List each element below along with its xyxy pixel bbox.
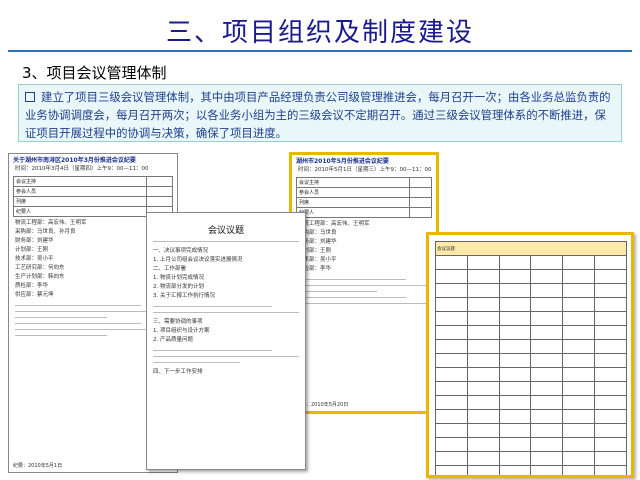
doc-b-line: 一、决议事项完成情况	[153, 248, 209, 254]
doc-c-line: 技术部：吴小平	[298, 257, 337, 263]
doc-c-meta: 时间：2010年5月1日（星期三）上午9：00—11：00	[298, 167, 432, 173]
doc-c-header: 湖州市2010年5月份推进会议纪要	[296, 158, 389, 165]
doc-a-row: 纪要人	[13, 206, 147, 217]
doc-a-table: 会议主持 参会人员 列席 纪要人	[13, 176, 173, 217]
meeting-minutes-doc-c: 湖州市2010年5月份推进会议纪要 时间：2010年5月1日（星期三）上午9：0…	[289, 152, 439, 414]
doc-b-line: 四、下一步工作安排	[153, 369, 203, 375]
meeting-table-doc-d: 会议议题	[426, 232, 634, 478]
doc-d-row	[435, 283, 627, 298]
intro-text: 建立了项目三级会议管理体制，其中由项目产品经理负责公司级管理推进会，每月召开一次…	[25, 90, 611, 140]
doc-d-row	[435, 437, 627, 452]
doc-c-line: 财务部：刘建华	[298, 239, 337, 245]
doc-d-row	[435, 311, 627, 326]
doc-b-line: 2. 物流部分发的计划	[153, 284, 204, 290]
intro-box: 建立了项目三级会议管理体制，其中由项目产品经理负责公司级管理推进会，每月召开一次…	[18, 84, 622, 142]
doc-d-row	[435, 339, 627, 354]
doc-d-header: 会议议题	[435, 241, 627, 256]
doc-b-title: 会议议题	[207, 226, 244, 236]
doc-b-line: 三、需要协调的事项	[153, 319, 203, 325]
title-divider	[8, 50, 632, 52]
doc-a-header: 关于湖州市南浔区2010年3月份推进会议纪要	[13, 157, 136, 164]
doc-d-row	[435, 255, 627, 270]
doc-c-line: 质检部：李华	[298, 266, 332, 272]
doc-a-meta: 时间：2010年3月4日（星期四）上午9：00—11：00	[15, 166, 149, 172]
doc-a-footer: 纪要：2010年5月1日	[13, 463, 63, 469]
doc-d-row	[435, 325, 627, 340]
square-bullet-icon	[25, 92, 35, 102]
doc-b-line: 1. 项目组织与设计方案	[153, 328, 210, 334]
doc-d-table: 会议议题	[435, 241, 627, 475]
slide-title: 三、项目组织及制度建设	[165, 18, 474, 48]
doc-b-line: 2. 产品质量问题	[153, 337, 193, 343]
doc-c-row: 参会人员	[296, 187, 410, 198]
doc-b-line: 3. 关于汇报工作执行情况	[153, 293, 215, 299]
doc-b-line: 二、工作部署	[153, 266, 187, 272]
doc-d-row	[435, 451, 627, 466]
doc-c-row: 列席	[296, 197, 410, 208]
doc-b-line: 1. 上月公司组会议决议落实进展情况	[153, 257, 243, 263]
doc-a-row: 列席	[13, 196, 147, 207]
doc-c-line: 计划部：王刚	[298, 248, 332, 254]
doc-a-row: 会议主持	[13, 176, 147, 187]
section-subtitle: 3、项目会议管理体制	[22, 64, 167, 82]
doc-c-line: 物流工程部：高宏伟、王明军	[298, 221, 370, 227]
doc-b-line: 1. 物资计划完成情况	[153, 275, 204, 281]
doc-d-row	[435, 465, 627, 475]
meeting-agenda-doc-b: 会议议题 一、决议事项完成情况 1. 上月公司组会议决议落实进展情况 二、工作部…	[146, 212, 306, 470]
doc-a-row: 参会人员	[13, 186, 147, 197]
doc-d-row	[435, 409, 627, 424]
doc-c-row: 纪要人	[296, 207, 410, 218]
doc-d-row	[435, 269, 627, 284]
doc-c-table: 会议主持 参会人员 列席 纪要人	[296, 177, 432, 218]
doc-d-row	[435, 367, 627, 382]
doc-c-line: 采购部：马世良	[298, 230, 337, 236]
doc-d-row	[435, 423, 627, 438]
doc-d-row	[435, 353, 627, 368]
doc-d-row	[435, 395, 627, 410]
doc-d-row	[435, 381, 627, 396]
doc-d-row	[435, 297, 627, 312]
doc-c-row: 会议主持	[296, 177, 410, 188]
